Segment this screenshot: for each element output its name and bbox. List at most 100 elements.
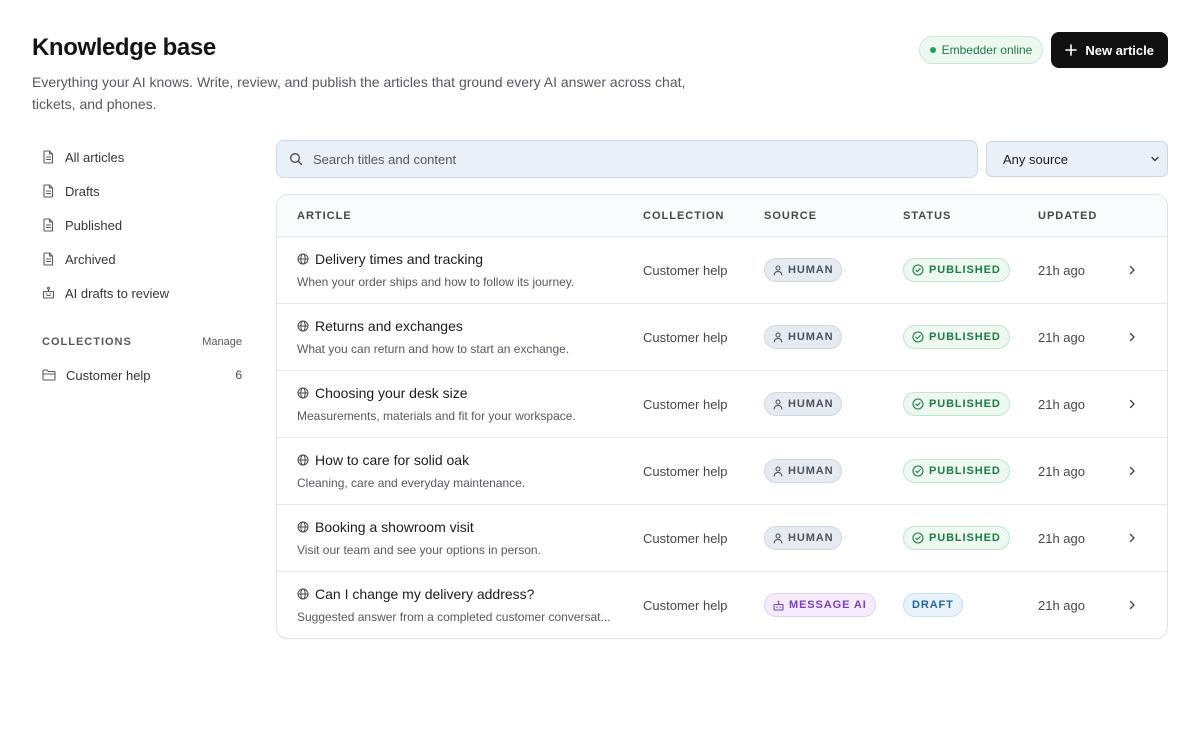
globe-icon (297, 588, 309, 600)
article-title-line: Delivery times and tracking (297, 251, 643, 267)
status-label: PUBLISHED (929, 465, 1001, 477)
chevron-right-icon (1129, 332, 1135, 342)
source-cell: HUMAN (764, 459, 903, 483)
article-title-line: Can I change my delivery address? (297, 586, 643, 602)
collection-count: 6 (235, 368, 242, 382)
source-label: HUMAN (788, 532, 834, 544)
source-filter-select[interactable]: Any source (986, 141, 1168, 177)
status-cell: PUBLISHED (903, 459, 1038, 483)
search-input[interactable] (313, 151, 965, 167)
article-cell: How to care for solid oak Cleaning, care… (277, 452, 643, 490)
sidebar-item-drafts[interactable]: Drafts (32, 174, 244, 208)
article-description: Visit our team and see your options in p… (297, 543, 541, 557)
collection-cell: Customer help (643, 329, 728, 345)
status-label: PUBLISHED (929, 264, 1001, 276)
sidebar-item-archived[interactable]: Archived (32, 242, 244, 276)
source-badge: HUMAN (764, 392, 843, 416)
article-description: Measurements, materials and fit for your… (297, 409, 576, 423)
table-row[interactable]: Choosing your desk size Measurements, ma… (277, 371, 1167, 438)
row-chevron[interactable] (1126, 331, 1167, 343)
row-chevron[interactable] (1126, 532, 1167, 544)
source-cell: HUMAN (764, 526, 903, 550)
new-article-button[interactable]: New article (1051, 32, 1168, 68)
column-header-updated[interactable]: UPDATED (1038, 210, 1126, 222)
status-badge: DRAFT (903, 593, 963, 617)
status-label: PUBLISHED (929, 398, 1001, 410)
row-chevron[interactable] (1126, 398, 1167, 410)
table-row[interactable]: How to care for solid oak Cleaning, care… (277, 438, 1167, 505)
source-badge: HUMAN (764, 459, 843, 483)
sidebar-item-published[interactable]: Published (32, 208, 244, 242)
user-icon (773, 264, 783, 276)
status-label: PUBLISHED (929, 532, 1001, 544)
article-description: When your order ships and how to follow … (297, 275, 575, 289)
table-row[interactable]: Booking a showroom visit Visit our team … (277, 505, 1167, 572)
chevron-right-icon (1129, 533, 1135, 543)
source-badge: HUMAN (764, 258, 843, 282)
folder-icon (42, 369, 56, 381)
updated-cell: 21h ago (1038, 597, 1085, 613)
page-header: Knowledge base Everything your AI knows.… (32, 32, 1168, 112)
updated-cell: 21h ago (1038, 329, 1085, 345)
source-label: MESSAGE AI (789, 599, 867, 611)
source-cell: HUMAN (764, 392, 903, 416)
column-header-collection[interactable]: COLLECTION (643, 210, 764, 222)
table-row[interactable]: Can I change my delivery address? Sugges… (277, 572, 1167, 638)
sidebar-item-label: Drafts (65, 183, 100, 199)
collection-cell: Customer help (643, 463, 728, 479)
sidebar-item-label: AI drafts to review (65, 285, 170, 301)
search-icon (290, 153, 303, 166)
status-cell: DRAFT (903, 593, 1038, 617)
globe-icon (297, 521, 309, 533)
sidebar-item-all-articles[interactable]: All articles (32, 140, 244, 174)
column-header-article[interactable]: ARTICLE (277, 210, 643, 222)
page-subtitle: Everything your AI knows. Write, review,… (32, 74, 686, 112)
plus-icon (1065, 44, 1078, 56)
row-chevron[interactable] (1126, 264, 1167, 276)
collection-cell: Customer help (643, 396, 728, 412)
toolbar: Any source (276, 140, 1168, 178)
row-chevron[interactable] (1126, 599, 1167, 611)
article-title: How to care for solid oak (315, 452, 470, 468)
article-title-line: How to care for solid oak (297, 452, 643, 468)
column-header-status[interactable]: STATUS (903, 210, 1038, 222)
status-badge: PUBLISHED (903, 526, 1010, 550)
collection-cell: Customer help (643, 262, 728, 278)
source-label: HUMAN (788, 465, 834, 477)
document-icon (43, 184, 54, 198)
globe-icon (297, 454, 309, 466)
collections-header: COLLECTIONS Manage (32, 332, 244, 352)
article-description: Suggested answer from a completed custom… (297, 610, 611, 624)
document-icon (43, 150, 54, 164)
source-label: HUMAN (788, 331, 834, 343)
globe-icon (297, 387, 309, 399)
article-cell: Returns and exchanges What you can retur… (277, 318, 643, 356)
status-badge: PUBLISHED (903, 258, 1010, 282)
column-header-source[interactable]: SOURCE (764, 210, 903, 222)
collection-label: Customer help (66, 367, 151, 383)
row-chevron[interactable] (1126, 465, 1167, 477)
collection-item-customer-help[interactable]: Customer help 6 (32, 358, 244, 392)
user-icon (773, 331, 783, 343)
article-cell: Delivery times and tracking When your or… (277, 251, 643, 289)
source-cell: MESSAGE AI (764, 593, 903, 617)
table-row[interactable]: Delivery times and tracking When your or… (277, 237, 1167, 304)
status-cell: PUBLISHED (903, 325, 1038, 349)
updated-cell: 21h ago (1038, 463, 1085, 479)
chevron-right-icon (1129, 466, 1135, 476)
chevron-right-icon (1129, 600, 1135, 610)
table-row[interactable]: Returns and exchanges What you can retur… (277, 304, 1167, 371)
user-icon (773, 465, 783, 477)
sidebar-item-ai-drafts[interactable]: AI drafts to review (32, 276, 244, 310)
source-cell: HUMAN (764, 258, 903, 282)
manage-collections-link[interactable]: Manage (202, 336, 242, 348)
check-circle-icon (912, 398, 924, 410)
new-article-label: New article (1085, 42, 1154, 58)
source-filter-value: Any source (1003, 151, 1069, 167)
article-title-line: Booking a showroom visit (297, 519, 643, 535)
article-cell: Can I change my delivery address? Sugges… (277, 586, 643, 624)
user-icon (773, 398, 783, 410)
chevron-right-icon (1129, 399, 1135, 409)
header-actions: Embedder online New article (918, 32, 1168, 68)
article-cell: Choosing your desk size Measurements, ma… (277, 385, 643, 423)
